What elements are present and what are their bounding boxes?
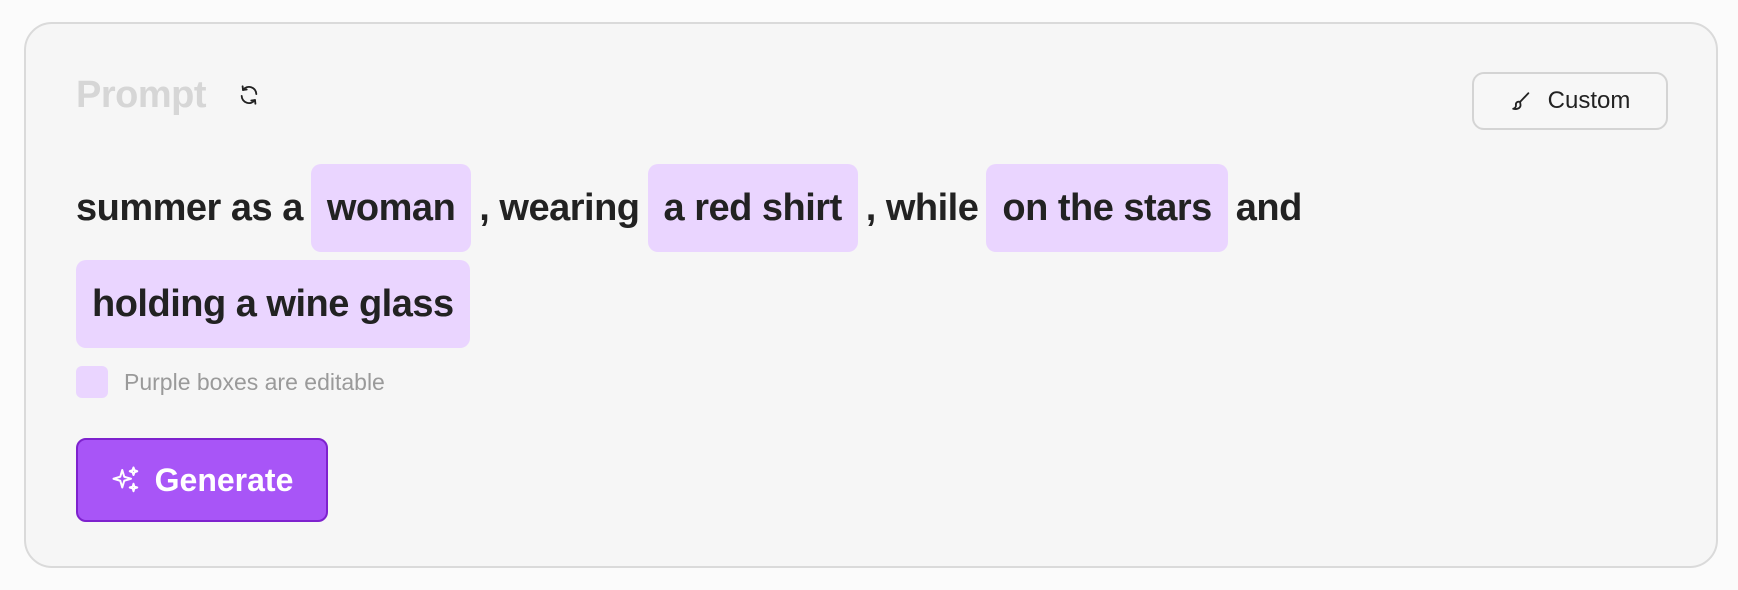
prompt-card: Prompt Custom summer as a woman , wearin… [24,22,1718,568]
card-header: Prompt [76,76,264,114]
editable-chip-action[interactable]: holding a wine glass [76,260,470,348]
hint-text: Purple boxes are editable [124,368,385,395]
hint-swatch [76,366,108,398]
sentence-text: , while [865,186,979,229]
prompt-sentence: summer as a woman , wearing a red shirt … [76,164,1636,348]
refresh-button[interactable] [234,80,264,110]
editable-chip-clothing[interactable]: a red shirt [647,164,858,252]
editable-hint: Purple boxes are editable [76,366,385,398]
generate-button[interactable]: Generate [76,438,328,522]
generate-button-label: Generate [154,461,294,498]
sentence-text: summer as a [76,186,303,229]
custom-button-label: Custom [1547,87,1631,114]
editable-chip-subject[interactable]: woman [310,164,472,252]
sentence-text: , wearing [479,186,640,229]
sparkles-icon [112,466,138,493]
brush-icon [1511,92,1529,110]
prompt-title: Prompt [76,74,207,116]
refresh-icon [240,85,258,105]
custom-button[interactable]: Custom [1472,72,1668,130]
editable-chip-location[interactable]: on the stars [986,164,1228,252]
sentence-text: and [1235,186,1303,229]
